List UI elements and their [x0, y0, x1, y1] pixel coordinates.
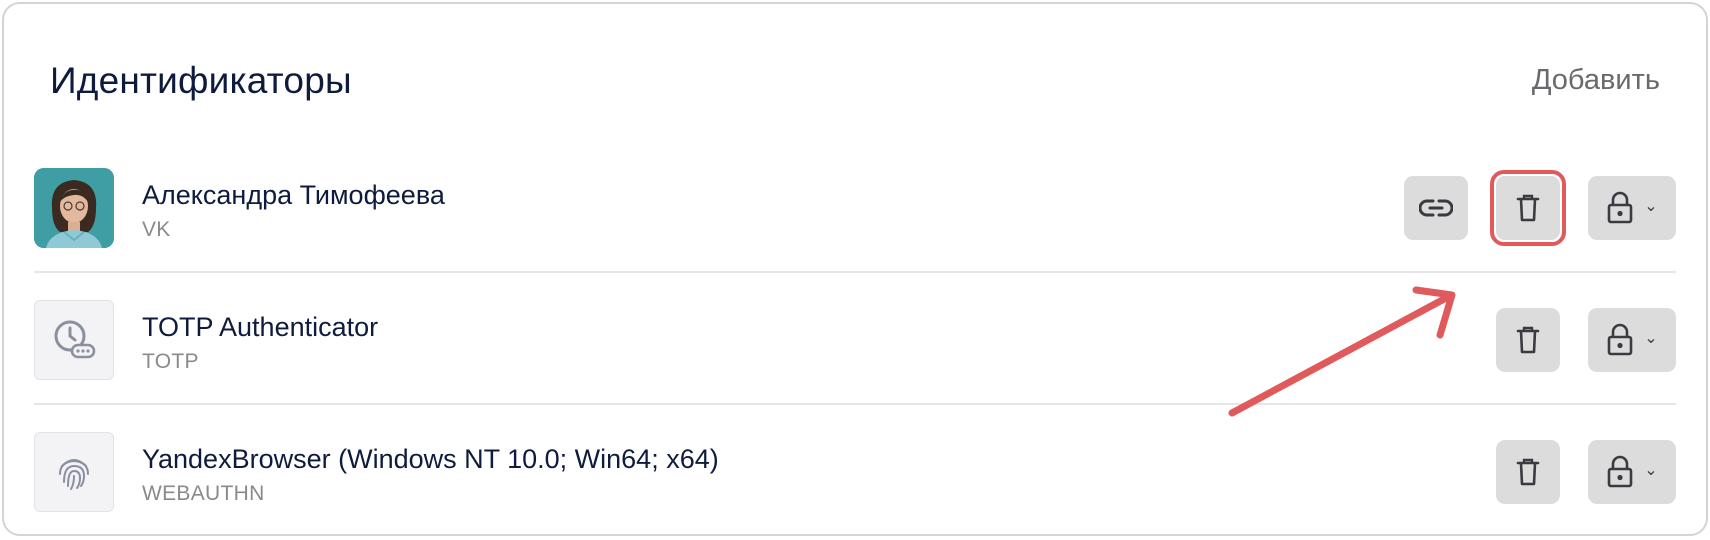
- page-title: Идентификаторы: [50, 60, 352, 101]
- add-button[interactable]: Добавить: [1532, 64, 1660, 97]
- list-item: YandexBrowser (Windows NT 10.0; Win64; x…: [32, 422, 1676, 540]
- clock-password-icon: [34, 300, 114, 380]
- delete-button[interactable]: [1496, 308, 1560, 372]
- identifier-name: Александра Тимофеева: [142, 180, 445, 210]
- delete-button[interactable]: [1496, 440, 1560, 504]
- trash-icon: [1516, 194, 1540, 222]
- access-dropdown-button[interactable]: ⌄: [1588, 308, 1676, 372]
- identifier-type: VK: [142, 218, 171, 241]
- identifier-type: TOTP: [142, 350, 199, 373]
- delete-button[interactable]: [1496, 176, 1560, 240]
- lock-icon: [1607, 323, 1633, 356]
- divider: [34, 271, 1676, 273]
- trash-icon: [1516, 326, 1540, 354]
- identifier-name: YandexBrowser (Windows NT 10.0; Win64; x…: [142, 444, 719, 474]
- chevron-down-icon: ⌄: [1644, 330, 1658, 347]
- chevron-down-icon: ⌄: [1644, 198, 1658, 215]
- identifier-name: TOTP Authenticator: [142, 312, 379, 342]
- access-dropdown-button[interactable]: ⌄: [1588, 176, 1676, 240]
- lock-icon: [1607, 191, 1633, 224]
- list-item: TOTP Authenticator TOTP ⌄: [32, 290, 1676, 420]
- link-icon: [1419, 199, 1453, 217]
- divider: [34, 403, 1676, 405]
- trash-icon: [1516, 458, 1540, 486]
- link-button[interactable]: [1404, 176, 1468, 240]
- access-dropdown-button[interactable]: ⌄: [1588, 440, 1676, 504]
- lock-icon: [1607, 455, 1633, 488]
- list-item: Александра Тимофеева VK ⌄: [32, 158, 1676, 288]
- identifier-type: WEBAUTHN: [142, 482, 265, 505]
- fingerprint-icon: [34, 432, 114, 512]
- avatar: [34, 168, 114, 248]
- chevron-down-icon: ⌄: [1644, 462, 1658, 479]
